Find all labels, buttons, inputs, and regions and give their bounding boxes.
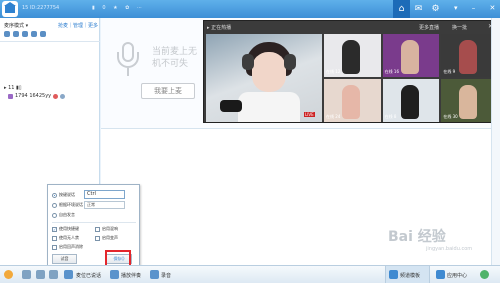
chat-icon[interactable]: ✉: [410, 0, 427, 18]
queue-empty-text: 当前麦上无 机不可失: [152, 47, 198, 69]
streamer-figure: [459, 40, 478, 74]
stream-caption: 在线 9: [443, 69, 456, 74]
user-avatar-icon: [8, 93, 13, 99]
headphone-icon: [242, 54, 254, 70]
option-checkbox[interactable]: ✓ 使用快捷键: [52, 226, 79, 232]
add-icon[interactable]: [13, 31, 19, 37]
featured-stream[interactable]: LIVE: [206, 34, 322, 122]
chat-bubble-icon[interactable]: [480, 270, 489, 279]
option-checkbox[interactable]: 启用变声: [95, 235, 118, 241]
stream-thumbnail[interactable]: 在线 16: [382, 34, 440, 77]
template-icon[interactable]: [389, 270, 398, 279]
streamer-figure: [459, 85, 478, 119]
titlebar-tabs: ⌂ ✉ ⚙: [393, 0, 444, 18]
microphone-icon: [117, 42, 139, 76]
title-bar: 15 ID:2277754 ▮ 0 ★ ✿ ⋯ ⌂ ✉ ⚙ ▾ – ✕: [0, 0, 500, 18]
settings-icon[interactable]: [40, 31, 46, 37]
free-mode-option[interactable]: 自由发言: [52, 212, 75, 218]
baidu-watermark-url: jingyan.baidu.com: [426, 246, 473, 252]
home-icon[interactable]: ⌂: [393, 0, 410, 18]
swap-batch-link[interactable]: 换一批: [452, 24, 467, 31]
list-icon[interactable]: [31, 31, 37, 37]
stream-grid: 在线 12 在线 16 在线 9 在线 24 在线 8 在线 30: [324, 34, 498, 122]
app-center-icon[interactable]: [436, 270, 445, 279]
queue-practice-label[interactable]: 麦位已说话: [76, 272, 101, 279]
user-name: 1794 16425yy: [15, 93, 52, 99]
stream-caption: 在线 24: [326, 114, 341, 119]
sidebar-links[interactable]: 抢麦｜管理｜更多: [58, 22, 98, 29]
stream-thumbnail[interactable]: 在线 24: [324, 79, 381, 122]
test-audio-button[interactable]: 试音: [52, 254, 77, 264]
stream-caption: 在线 16: [384, 69, 400, 74]
user-row[interactable]: 1794 16425yy: [8, 93, 66, 99]
app-center-label[interactable]: 应用中心: [447, 272, 467, 279]
scrollbar[interactable]: [491, 18, 500, 265]
stream-thumbnail[interactable]: 在线 12: [324, 34, 381, 77]
microphone-icon: [220, 100, 242, 112]
bottom-toolbar: 麦位已说话 播放伴奏 录音 频道模板 应用中心: [0, 265, 500, 283]
radio-button[interactable]: [52, 202, 57, 208]
equalizer-icon[interactable]: [49, 270, 58, 279]
mode-selector[interactable]: 麦序模式 ▾: [4, 22, 28, 29]
checkbox[interactable]: [95, 226, 100, 232]
stream-thumbnail[interactable]: 在线 30: [441, 79, 498, 122]
checkbox[interactable]: [52, 244, 57, 250]
checkbox[interactable]: ✓: [52, 226, 57, 232]
queue-icon[interactable]: [64, 270, 73, 279]
avatar-icon[interactable]: [4, 270, 13, 279]
play-music-label[interactable]: 播放伴奏: [121, 272, 141, 279]
room-title: 15 ID:2277754: [22, 5, 60, 11]
hot-live-popup: ▸ 正在热播 更多直播 换一批 ✕ LIVE 在线 12在线 16在线 9在线 …: [203, 20, 499, 123]
channel-group[interactable]: ▸ 11 ▮▯: [4, 85, 22, 91]
option-checkbox[interactable]: 使用无人禁: [52, 235, 79, 241]
titlebar-icons[interactable]: ▮ 0 ★ ✿ ⋯: [92, 5, 145, 11]
streamer-figure: [342, 40, 360, 74]
gear-icon[interactable]: ⚙: [427, 0, 444, 18]
stream-caption: 在线 8: [384, 114, 397, 119]
hotkey-input[interactable]: Ctrl: [84, 190, 125, 199]
option-checkbox[interactable]: 启用回声消除: [52, 244, 83, 250]
radio-button[interactable]: [52, 192, 57, 198]
badge-icon: [53, 93, 59, 99]
baidu-watermark: Bai 经验: [388, 229, 446, 245]
live-tag: LIVE: [304, 112, 315, 117]
divider: [0, 41, 100, 42]
yy-logo-icon[interactable]: [2, 1, 18, 17]
stream-caption: 在线 12: [326, 69, 341, 74]
channel-template-label[interactable]: 频道模板: [400, 272, 420, 279]
radio-button[interactable]: [52, 212, 57, 218]
popup-title: ▸ 正在热播: [207, 25, 232, 31]
stream-thumbnail[interactable]: 在线 8: [382, 79, 440, 122]
badge-icon: [60, 93, 66, 99]
option-checkbox[interactable]: 启用混响: [95, 226, 118, 232]
music-icon[interactable]: [110, 270, 119, 279]
record-icon[interactable]: [150, 270, 159, 279]
join-queue-button[interactable]: 我要上麦: [141, 83, 195, 99]
record-label[interactable]: 录音: [161, 272, 171, 279]
checkbox[interactable]: [95, 235, 100, 241]
streamer-figure: [400, 85, 419, 119]
voice-mode-option[interactable]: 根据环境说话: [52, 202, 83, 208]
microphone-icon[interactable]: [36, 270, 45, 279]
window-controls[interactable]: ▾ – ✕: [454, 4, 500, 12]
stream-thumbnail[interactable]: 在线 9: [441, 34, 498, 77]
streamer-figure: [342, 85, 360, 119]
streamer-figure: [400, 40, 419, 74]
divider: [52, 222, 136, 223]
checkbox[interactable]: [52, 235, 57, 241]
more-live-link[interactable]: 更多直播: [419, 24, 439, 31]
headphone-icon: [284, 54, 296, 70]
speaker-icon[interactable]: [22, 270, 31, 279]
people-icon[interactable]: [4, 31, 10, 37]
hotkey-mode-option[interactable]: 按键说话: [52, 192, 75, 198]
stream-caption: 在线 30: [443, 114, 458, 119]
search-icon[interactable]: [22, 31, 28, 37]
sidebar-toolbar: [4, 31, 46, 37]
voice-level-select[interactable]: 正常: [84, 201, 125, 209]
